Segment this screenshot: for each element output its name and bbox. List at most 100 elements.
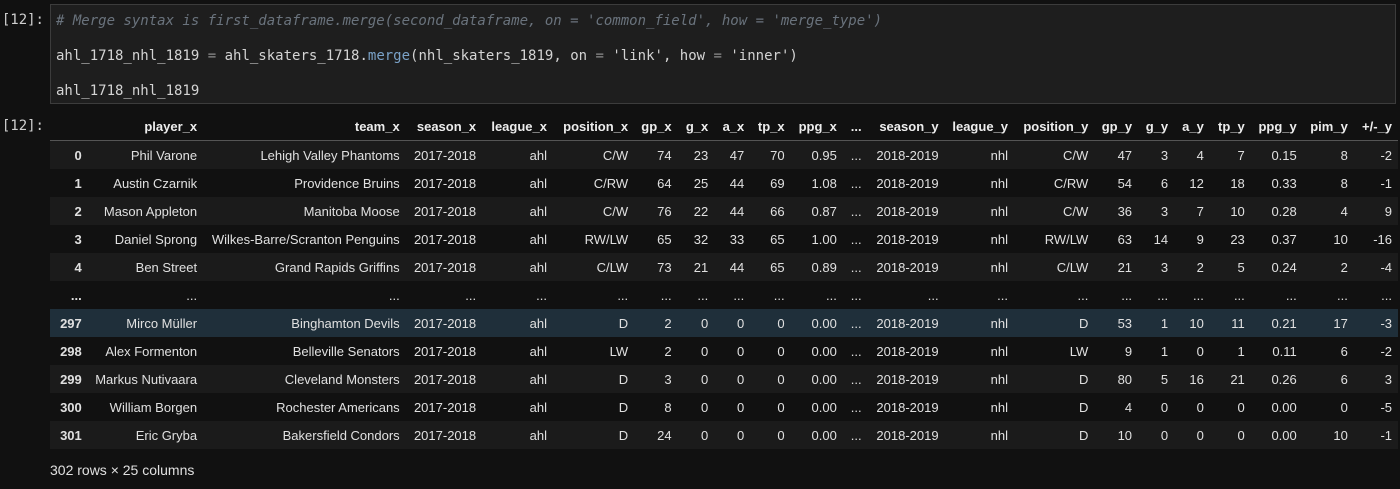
table-cell: 0 bbox=[701, 399, 709, 415]
code-str-link: 'link' bbox=[603, 48, 663, 64]
table-cell: 22 bbox=[693, 203, 709, 219]
table-cell: 2017-2018 bbox=[413, 259, 477, 275]
table-cell: ... bbox=[850, 287, 862, 303]
row-index: 301 bbox=[60, 427, 82, 443]
table-cell: 36 bbox=[1117, 203, 1133, 219]
table-cell: 2018-2019 bbox=[876, 371, 939, 387]
table-cell: 8 bbox=[664, 399, 672, 415]
table-cell: C/W bbox=[1063, 147, 1089, 163]
table-cell: nhl bbox=[990, 371, 1009, 387]
table-cell: Grand Rapids Griffins bbox=[274, 259, 400, 275]
table-row[interactable]: 297 Mirco Müller Binghamton Devils 2017-201… bbox=[50, 309, 1398, 337]
table-row[interactable]: 0 Phil Varone Lehigh Valley Phantoms 2017-2… bbox=[50, 140, 1398, 169]
table-cell: 0.00 bbox=[811, 343, 837, 359]
table-cell: 3 bbox=[1160, 259, 1169, 275]
row-index: 299 bbox=[60, 371, 82, 387]
table-cell: D bbox=[618, 427, 629, 443]
table-cell: ahl bbox=[529, 371, 547, 387]
table-cell: C/RW bbox=[1053, 175, 1089, 191]
table-cell: 1.08 bbox=[811, 175, 837, 191]
code-merge-line: ahl_1718_nhl_1819 = ahl_skaters_1718.mer… bbox=[56, 48, 798, 64]
table-cell: 2017-2018 bbox=[413, 203, 477, 219]
table-cell: 2018-2019 bbox=[876, 315, 939, 331]
column-header: pim_y bbox=[1302, 112, 1354, 141]
table-row[interactable]: 4 Ben Street Grand Rapids Griffins 2017-201… bbox=[50, 253, 1398, 281]
table-row[interactable]: 298 Alex Formenton Belleville Senators 2017… bbox=[50, 337, 1398, 365]
table-row[interactable]: 299 Markus Nutivaara Cleveland Monsters 201… bbox=[50, 365, 1398, 393]
table-cell: 2 bbox=[1340, 259, 1348, 275]
table-cell: 14 bbox=[1153, 231, 1169, 247]
table-cell: 0.87 bbox=[811, 203, 837, 219]
table-row[interactable]: 301 Eric Gryba Bakersfield Condors 2017-201… bbox=[50, 421, 1398, 449]
table-cell: 66 bbox=[770, 203, 785, 219]
table-cell: Daniel Sprong bbox=[114, 231, 198, 247]
table-cell: 0 bbox=[737, 343, 745, 359]
table-cell: 23 bbox=[693, 147, 709, 163]
table-cell: 44 bbox=[729, 175, 745, 191]
table-cell: 2017-2018 bbox=[413, 175, 477, 191]
table-cell: 24 bbox=[657, 427, 672, 443]
table-cell: nhl bbox=[990, 427, 1009, 443]
table-cell: Alex Formenton bbox=[105, 343, 198, 359]
table-cell: C/LW bbox=[596, 259, 629, 275]
table-row[interactable]: 300 William Borgen Rochester Americans 2017… bbox=[50, 393, 1398, 421]
table-cell: 0 bbox=[737, 399, 745, 415]
code-method: merge bbox=[367, 48, 411, 64]
column-header: a_y bbox=[1174, 112, 1210, 141]
table-cell: 0.37 bbox=[1271, 231, 1297, 247]
table-row[interactable]: 1 Austin Czarnik Providence Bruins 2017-201… bbox=[50, 169, 1398, 197]
table-cell: 2017-2018 bbox=[413, 315, 477, 331]
code-cell-input[interactable]: # Merge syntax is first_dataframe.merge(… bbox=[50, 4, 1396, 104]
table-cell: 0.00 bbox=[811, 399, 837, 415]
table-cell: 2018-2019 bbox=[876, 175, 939, 191]
column-header: gp_y bbox=[1094, 112, 1139, 141]
table-cell: 33 bbox=[729, 231, 745, 247]
table-row[interactable]: 2 Mason Appleton Manitoba Moose 2017-2018 ah… bbox=[50, 197, 1398, 225]
table-cell: 0 bbox=[777, 315, 785, 331]
table-cell: 25 bbox=[693, 175, 709, 191]
column-header: tp_x bbox=[750, 112, 791, 141]
table-cell: 0.21 bbox=[1271, 315, 1297, 331]
table-cell: 2017-2018 bbox=[413, 371, 477, 387]
row-index: 1 bbox=[74, 175, 82, 191]
table-row[interactable]: ........................................… bbox=[50, 281, 1398, 309]
table-cell: RW/LW bbox=[1044, 231, 1089, 247]
table-cell: 0 bbox=[1196, 343, 1204, 359]
table-cell: 2 bbox=[664, 315, 672, 331]
table-cell: 2018-2019 bbox=[876, 427, 939, 443]
table-cell: Manitoba Moose bbox=[303, 203, 400, 219]
column-header: player_x bbox=[87, 112, 204, 141]
table-cell: 7 bbox=[1237, 147, 1245, 163]
table-cell: ... bbox=[850, 259, 862, 275]
table-cell: -2 bbox=[1380, 343, 1392, 359]
table-cell: 0.89 bbox=[811, 259, 837, 275]
table-cell: 8 bbox=[1340, 175, 1348, 191]
table-cell: 2017-2018 bbox=[413, 231, 477, 247]
table-cell: 10 bbox=[1333, 427, 1348, 443]
column-header: ... bbox=[842, 112, 868, 141]
table-cell: 0.00 bbox=[811, 371, 837, 387]
table-cell: 10 bbox=[1189, 315, 1204, 331]
table-cell: 44 bbox=[729, 203, 745, 219]
table-cell: 21 bbox=[1117, 259, 1133, 275]
code-comment-line: # Merge syntax is first_dataframe.merge(… bbox=[56, 13, 882, 29]
table-cell: 0 bbox=[777, 399, 785, 415]
table-cell: nhl bbox=[990, 203, 1009, 219]
table-cell: 12 bbox=[1189, 175, 1204, 191]
code-lhs: ahl_1718_nhl_1819 bbox=[56, 48, 200, 64]
table-cell: nhl bbox=[990, 175, 1009, 191]
table-cell: ... bbox=[660, 287, 672, 303]
table-cell: ... bbox=[826, 287, 837, 303]
table-cell: 2018-2019 bbox=[876, 259, 939, 275]
table-cell: ... bbox=[850, 231, 862, 247]
table-cell: nhl bbox=[990, 147, 1009, 163]
table-cell: 0 bbox=[737, 371, 745, 387]
table-cell: 2018-2019 bbox=[876, 147, 939, 163]
table-cell: Markus Nutivaara bbox=[95, 371, 198, 387]
table-cell: 11 bbox=[1231, 315, 1245, 331]
table-cell: 0.33 bbox=[1271, 175, 1297, 191]
table-cell: Wilkes-Barre/Scranton Penguins bbox=[211, 231, 400, 247]
table-row[interactable]: 3 Daniel Sprong Wilkes-Barre/Scranton Peng… bbox=[50, 225, 1398, 253]
table-cell: ahl bbox=[529, 231, 547, 247]
table-cell: ... bbox=[1381, 287, 1392, 303]
